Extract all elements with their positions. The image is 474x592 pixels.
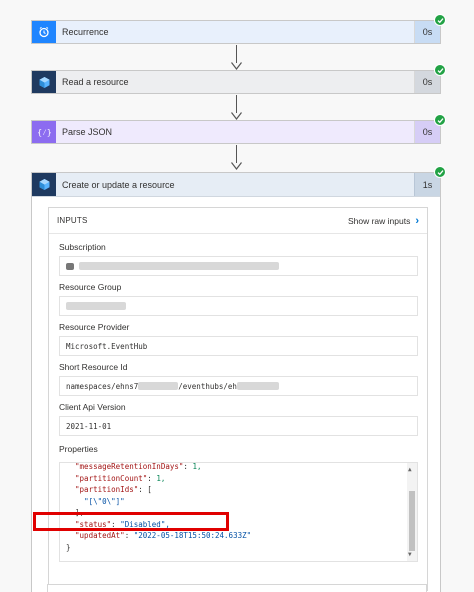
step-recurrence[interactable]: Recurrence 0s <box>31 14 446 44</box>
properties-scrollbar[interactable]: ▲ ▼ <box>407 463 417 561</box>
step-read-resource[interactable]: Read a resource 0s <box>31 64 446 94</box>
field-label-properties: Properties <box>59 444 98 454</box>
field-label-resource-provider: Resource Provider <box>59 322 130 332</box>
alarm-clock-icon <box>32 21 56 43</box>
arrow-down-icon <box>231 112 242 120</box>
scroll-up-icon[interactable]: ▲ <box>408 464 412 476</box>
status-highlight-box <box>33 512 229 531</box>
short-id-prefix: namespaces/ehns7 <box>66 381 139 391</box>
step-title: Parse JSON <box>62 127 113 137</box>
inputs-card: INPUTS Show raw inputs › Subscription Re… <box>48 207 428 591</box>
success-check-icon <box>434 166 446 178</box>
inputs-header: INPUTS Show raw inputs › <box>49 208 427 234</box>
inputs-title: INPUTS <box>57 216 88 225</box>
flow-connector <box>236 45 237 63</box>
cube-icon <box>32 71 56 93</box>
field-label-client-api-version: Client Api Version <box>59 402 126 412</box>
step-parse-json[interactable]: {⁄} Parse JSON 0s <box>31 114 446 144</box>
step-title: Create or update a resource <box>62 179 175 190</box>
field-label-subscription: Subscription <box>59 242 106 252</box>
flow-connector <box>236 145 237 163</box>
step-title: Read a resource <box>62 77 129 87</box>
scrollbar-thumb[interactable] <box>409 491 415 551</box>
arrow-down-icon <box>231 62 242 70</box>
cube-icon <box>32 173 56 196</box>
success-check-icon <box>434 64 446 76</box>
curly-braces-icon: {⁄} <box>32 121 56 143</box>
field-label-short-resource-id: Short Resource Id <box>59 362 128 372</box>
step-header[interactable]: Create or update a resource 1s <box>32 173 440 197</box>
short-id-mid: /eventhubs/eh <box>178 381 237 391</box>
short-resource-id-value: namespaces/ehns7/eventhubs/eh <box>59 376 418 396</box>
svg-text:{⁄}: {⁄} <box>38 128 51 137</box>
scroll-down-icon[interactable]: ▼ <box>408 549 412 561</box>
step-title: Recurrence <box>62 27 109 37</box>
arrow-down-icon <box>231 162 242 170</box>
client-api-version-value: 2021-11-01 <box>59 416 418 436</box>
success-check-icon <box>434 114 446 126</box>
show-raw-inputs-link[interactable]: Show raw inputs <box>348 216 410 226</box>
field-label-resource-group: Resource Group <box>59 282 122 292</box>
success-check-icon <box>434 14 446 26</box>
flow-connector <box>236 95 237 113</box>
outputs-card[interactable] <box>47 584 427 592</box>
resource-provider-value: Microsoft.EventHub <box>59 336 418 356</box>
resource-group-value <box>59 296 418 316</box>
subscription-value <box>59 256 418 276</box>
chevron-right-icon[interactable]: › <box>415 215 419 227</box>
